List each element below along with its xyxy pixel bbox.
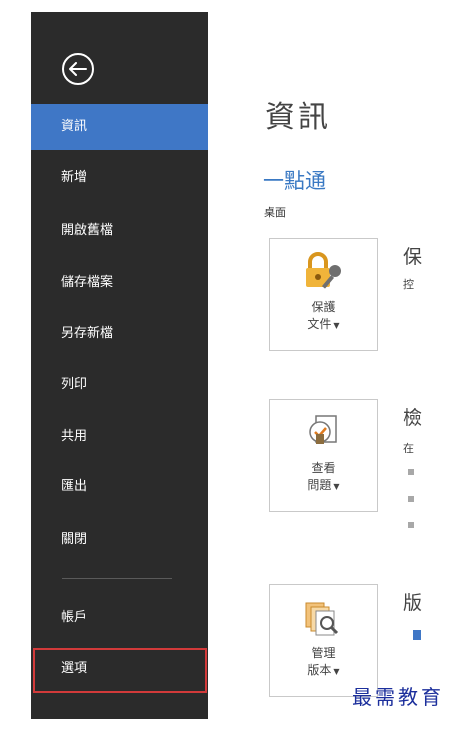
section-heading: 檢 [403,407,423,429]
tile-label-line1: 查看 [311,461,336,475]
nav-item-open[interactable]: 開啟舊檔 [31,208,208,254]
check-issues-button[interactable]: 查看 問題 ▼ [269,399,378,512]
list-bullet [408,496,414,502]
lock-key-icon [306,252,341,289]
nav-divider [62,578,172,579]
tile-label-line2: 版本 ▼ [307,663,340,677]
options-highlight-box [33,648,207,693]
list-bullet [408,469,414,475]
tile-label-line2: 問題 ▼ [307,478,340,492]
dropdown-caret-icon: ▼ [333,321,340,330]
nav-item-new[interactable]: 新增 [31,155,208,201]
nav-item-share[interactable]: 共用 [31,414,208,460]
tile-label-line1: 保護 [311,300,336,314]
document-path: 桌面 [264,206,286,219]
nav-item-save[interactable]: 儲存檔案 [31,260,208,306]
section-description: 在 [403,442,414,455]
watermark-text: 最需教育 [352,685,444,709]
tile-label-line2: 文件 ▼ [307,317,340,331]
nav-item-account[interactable]: 帳戶 [31,595,208,641]
backstage-sidebar: 資訊 新增 開啟舊檔 儲存檔案 另存新檔 列印 共用 匯出 關閉 帳戶 選項 [31,12,208,719]
section-heading: 保 [403,246,423,268]
nav-item-save-as[interactable]: 另存新檔 [31,311,208,357]
tile-label-line1: 管理 [311,646,336,660]
protect-document-button[interactable]: 保護 文件 ▼ [269,238,378,351]
document-name: 一點通 [263,169,326,193]
dropdown-caret-icon: ▼ [333,667,340,676]
nav-item-close[interactable]: 關閉 [31,517,208,563]
dropdown-caret-icon: ▼ [333,482,340,491]
manage-versions-icon [305,602,339,636]
version-file-icon [413,630,421,640]
nav-item-export[interactable]: 匯出 [31,464,208,510]
back-button[interactable] [62,53,94,85]
section-description: 控 [403,278,414,291]
list-bullet [408,522,414,528]
back-arrow-icon [69,62,87,76]
nav-item-print[interactable]: 列印 [31,362,208,408]
page-title: 資訊 [265,100,331,135]
inspect-document-icon [309,415,337,444]
section-heading: 版 [403,592,423,614]
nav-item-info[interactable]: 資訊 [31,104,208,150]
